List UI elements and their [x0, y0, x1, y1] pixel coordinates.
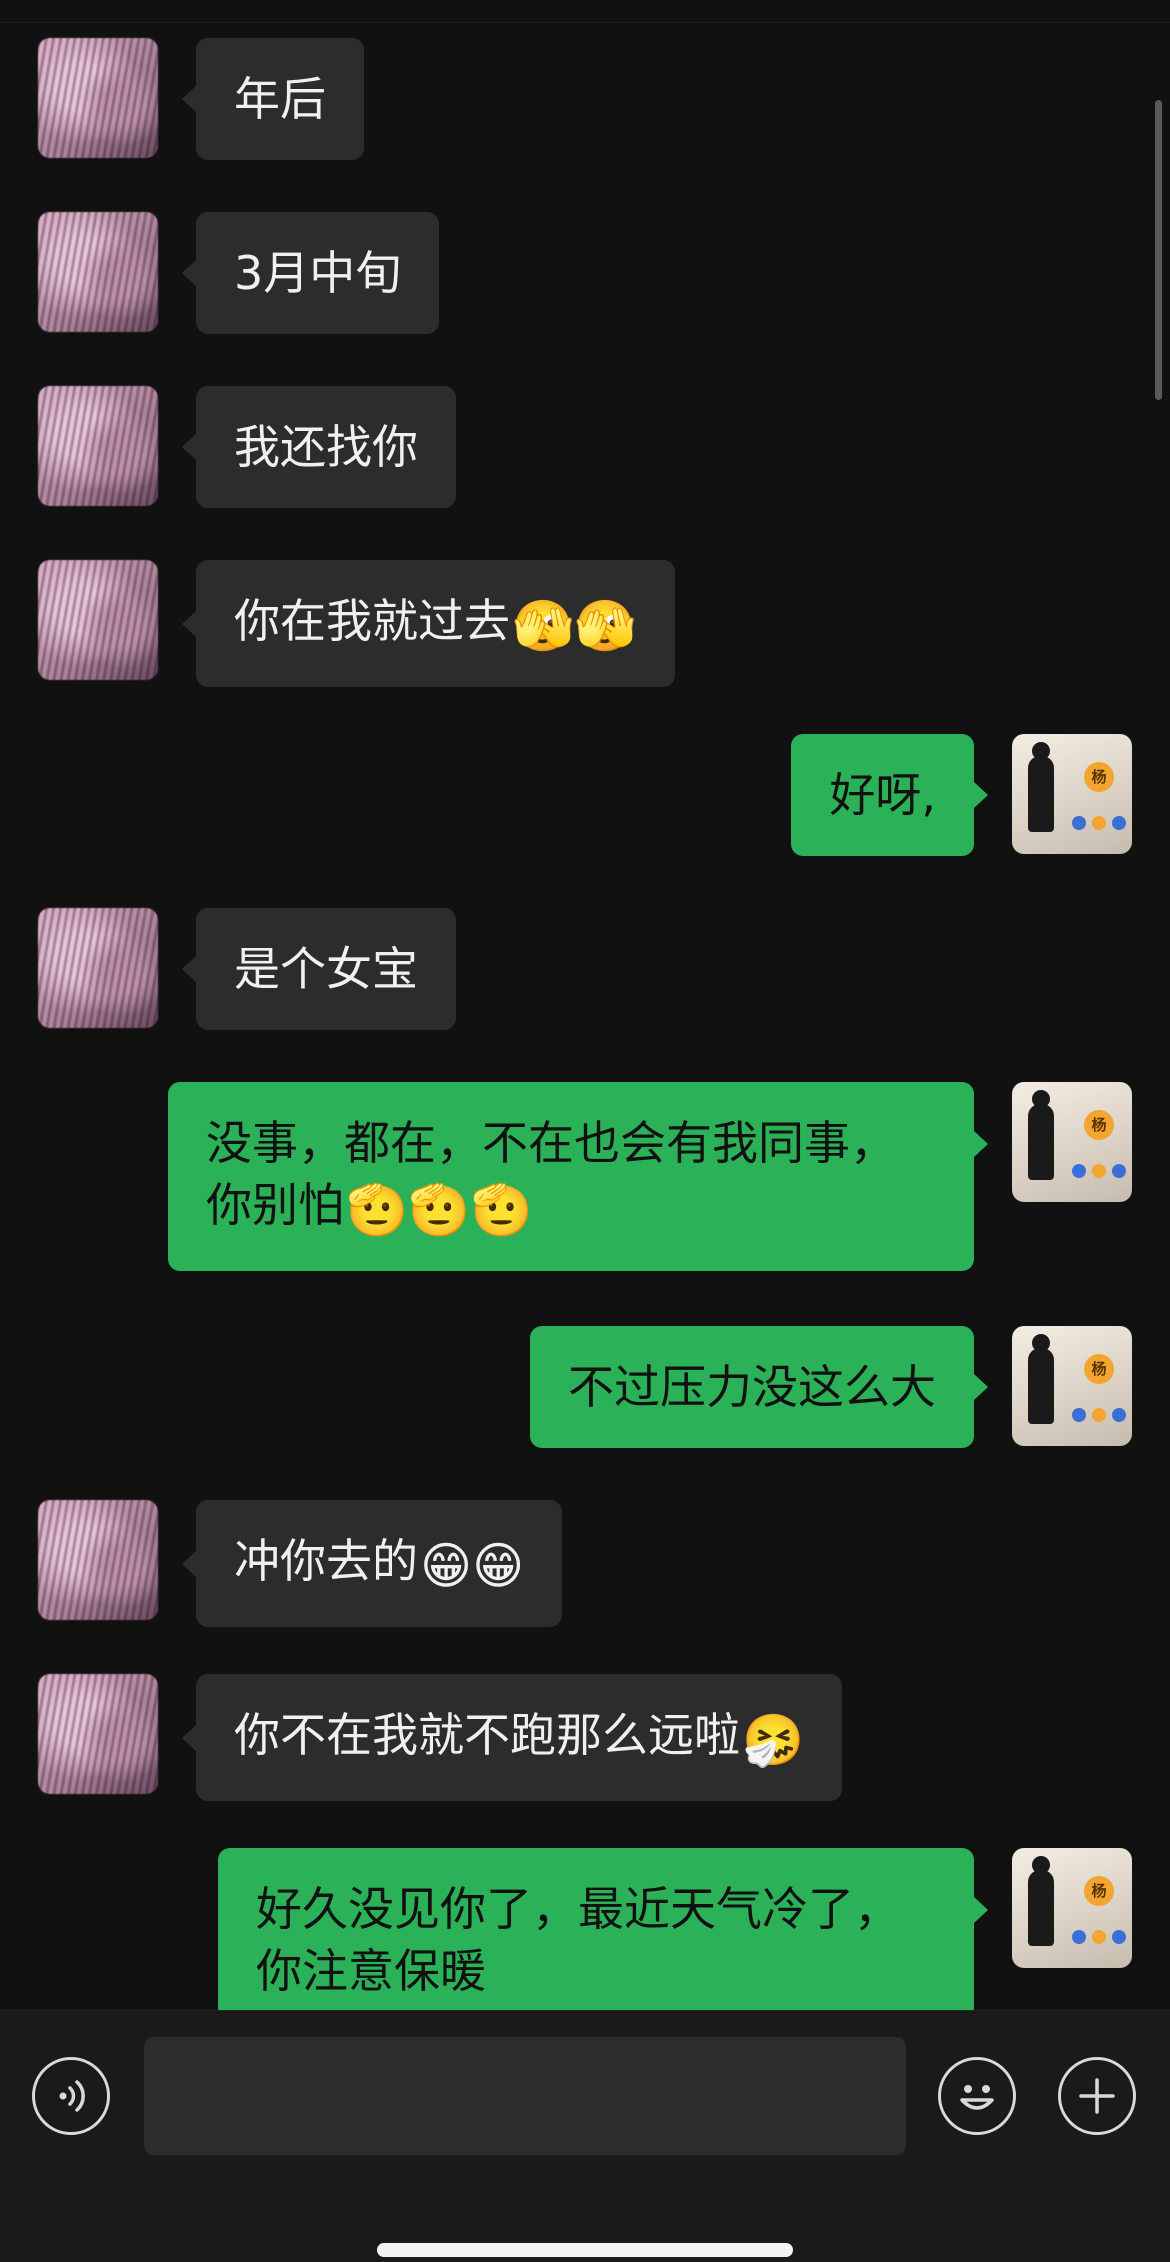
contact-avatar[interactable] — [38, 1500, 158, 1620]
emoji-button[interactable] — [938, 2057, 1016, 2135]
avatar-decor — [1072, 1930, 1086, 1944]
message-bubble-outgoing[interactable]: 不过压力没这么大 — [530, 1326, 988, 1448]
contact-avatar[interactable] — [38, 1674, 158, 1794]
message-bubble-outgoing[interactable]: 好久没见你了，最近天气冷了， 你注意保暖 — [218, 1848, 988, 2010]
message-bubble-incoming[interactable]: 你在我就过去🫣🫣 — [182, 560, 675, 687]
avatar-decor — [1092, 1164, 1106, 1178]
my-avatar[interactable]: 杨 — [1012, 734, 1132, 854]
chat-message-list[interactable]: 年后 3月中旬 我还找你 你在我就过去🫣🫣 好呀, 杨 是个女宝 没事，都在，不… — [0, 0, 1170, 2010]
message-text-line: 好久没见你了，最近天气冷了， — [256, 1882, 900, 1936]
input-toolbar — [0, 2010, 1170, 2262]
avatar-figure — [1028, 1334, 1054, 1424]
avatar-figure — [1028, 742, 1054, 832]
message-text: 年后 — [234, 72, 326, 126]
message-bubble-incoming[interactable]: 我还找你 — [182, 386, 456, 508]
avatar-decor — [1112, 1930, 1126, 1944]
message-bubble-incoming[interactable]: 年后 — [182, 38, 364, 160]
message-text-line: 你别怕 — [206, 1178, 344, 1232]
message-bubble-incoming[interactable]: 3月中旬 — [181, 212, 440, 334]
message-text: 冲你去的 — [234, 1534, 418, 1588]
my-avatar[interactable]: 杨 — [1012, 1326, 1132, 1446]
voice-icon — [59, 2080, 85, 2112]
my-avatar[interactable]: 杨 — [1012, 1082, 1132, 1202]
my-avatar[interactable]: 杨 — [1012, 1848, 1132, 1968]
message-text: 你不在我就不跑那么远啦 — [234, 1708, 740, 1762]
saluting-face-emoji: 🫡🫡🫡 — [346, 1181, 533, 1239]
message-bubble-incoming[interactable]: 是个女宝 — [182, 908, 456, 1030]
message-text: 你在我就过去 — [234, 594, 510, 648]
message-text-line: 没事，都在，不在也会有我同事， — [206, 1116, 896, 1170]
message-input[interactable] — [144, 2037, 906, 2155]
avatar-decor — [1072, 1408, 1086, 1422]
contact-avatar[interactable] — [38, 908, 158, 1028]
contact-avatar[interactable] — [38, 386, 158, 506]
avatar-decor — [1112, 1164, 1126, 1178]
message-text: 3月中旬 — [234, 246, 402, 300]
message-text: 不过压力没这么大 — [568, 1360, 936, 1414]
avatar-decor — [1072, 816, 1086, 830]
contact-avatar[interactable] — [38, 560, 158, 680]
avatar-figure — [1028, 1856, 1054, 1946]
message-bubble-outgoing[interactable]: 好呀, — [791, 734, 988, 856]
avatar-figure — [1028, 1090, 1054, 1180]
avatar-decor — [1092, 816, 1106, 830]
more-button[interactable] — [1058, 2057, 1136, 2135]
message-bubble-outgoing[interactable]: 没事，都在，不在也会有我同事， 你别怕🫡🫡🫡 — [168, 1082, 988, 1271]
avatar-decor — [1092, 1408, 1106, 1422]
message-bubble-incoming[interactable]: 冲你去的😁😁 — [181, 1500, 563, 1627]
emoji-icon — [960, 2085, 994, 2110]
home-indicator[interactable] — [377, 2243, 793, 2257]
avatar-decor — [1072, 1164, 1086, 1178]
grinning-face-emoji: 😁😁 — [420, 1537, 525, 1595]
peeking-face-emoji: 🫣🫣 — [512, 597, 637, 655]
message-bubble-incoming[interactable]: 你不在我就不跑那么远啦🤧 — [181, 1674, 843, 1801]
crying-face-emoji: 🤧 — [742, 1711, 805, 1769]
voice-button[interactable] — [32, 2057, 110, 2135]
avatar-decor — [1112, 1408, 1126, 1422]
avatar-badge: 杨 — [1084, 1110, 1114, 1140]
avatar-decor — [1092, 1930, 1106, 1944]
message-text: 我还找你 — [234, 420, 418, 474]
avatar-badge: 杨 — [1084, 1876, 1114, 1906]
message-text-line: 你注意保暖 — [256, 1944, 486, 1998]
contact-avatar[interactable] — [38, 38, 158, 158]
message-text: 好呀, — [829, 768, 936, 822]
avatar-badge: 杨 — [1084, 762, 1114, 792]
contact-avatar[interactable] — [38, 212, 158, 332]
top-divider — [0, 22, 1170, 23]
scrollbar[interactable] — [1155, 100, 1162, 400]
avatar-badge: 杨 — [1084, 1354, 1114, 1384]
plus-icon — [1079, 2078, 1115, 2114]
message-text: 是个女宝 — [234, 942, 418, 996]
avatar-decor — [1112, 816, 1126, 830]
